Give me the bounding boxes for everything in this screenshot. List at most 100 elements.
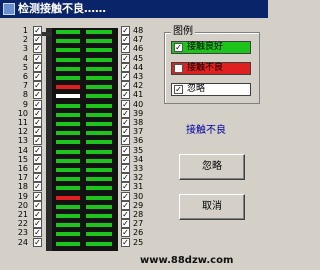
left-pin-checkbox[interactable]: ✓ (33, 26, 42, 35)
ignore-button[interactable]: 忽略 (179, 154, 245, 180)
right-pin-checkbox[interactable]: ✓ (121, 90, 130, 99)
right-pin-checkbox[interactable]: ✓ (121, 35, 130, 44)
right-pin-checkbox[interactable]: ✓ (121, 72, 130, 81)
left-pin-checkbox[interactable]: ✓ (33, 155, 42, 164)
right-pin-checkbox[interactable]: ✓ (121, 164, 130, 173)
pin-indicator-right (86, 131, 112, 135)
left-pin-checkbox[interactable]: ✓ (33, 146, 42, 155)
right-pin-checkbox[interactable]: ✓ (121, 228, 130, 237)
left-pin-checkbox[interactable]: ✓ (33, 182, 42, 191)
right-pin-checkbox[interactable]: ✓ (121, 54, 130, 63)
legend-good[interactable]: ✓ 接触良好 (171, 41, 251, 54)
left-pin-checkbox[interactable]: ✓ (33, 192, 42, 201)
legend-ignore-checkbox[interactable]: ✓ (174, 85, 183, 94)
left-pin-checkbox[interactable]: ✓ (33, 127, 42, 136)
left-pin-checkbox[interactable]: ✓ (33, 54, 42, 63)
pin-indicator-left (56, 131, 80, 135)
pin-indicator-left (56, 104, 80, 108)
cancel-button[interactable]: 取消 (179, 194, 245, 220)
right-pin-checkbox[interactable]: ✓ (121, 238, 130, 247)
pin-indicator-left (56, 150, 80, 154)
legend-bad-label: 接触不良 (187, 63, 224, 73)
left-pin-checkbox[interactable]: ✓ (33, 81, 42, 90)
legend-good-label: 接触良好 (187, 42, 224, 52)
right-pin-checkbox[interactable]: ✓ (121, 26, 130, 35)
right-pin-checkbox[interactable]: ✓ (121, 192, 130, 201)
pin-indicator-right (86, 223, 112, 227)
title-bar[interactable]: 检测接触不良…… (0, 0, 268, 18)
left-pin-checkbox[interactable]: ✓ (33, 219, 42, 228)
chip-socket (42, 28, 118, 251)
left-pin-checkbox[interactable]: ✓ (33, 118, 42, 127)
pin-indicator-right (86, 186, 112, 190)
right-pin-checkbox[interactable]: ✓ (121, 173, 130, 182)
right-pin-number: 46 (133, 44, 144, 53)
left-pin-checkbox[interactable]: ✓ (33, 136, 42, 145)
left-pin-number: 24 (17, 238, 28, 247)
legend-good-checkbox[interactable]: ✓ (174, 43, 183, 52)
pin-indicator-left (56, 205, 80, 209)
pin-indicator-right (86, 48, 112, 52)
right-pin-checkbox[interactable]: ✓ (121, 155, 130, 164)
pin-indicator-left (56, 232, 80, 236)
left-pin-checkbox[interactable]: ✓ (33, 35, 42, 44)
right-pin-checkbox[interactable]: ✓ (121, 127, 130, 136)
legend-bad[interactable]: 接触不良 (171, 62, 251, 75)
pin-indicator-left (56, 113, 80, 117)
right-pin-number: 25 (133, 238, 144, 247)
left-pin-checkbox[interactable]: ✓ (33, 173, 42, 182)
pin-indicator-right (86, 94, 112, 98)
right-pin-number: 41 (133, 90, 144, 99)
left-pin-checkbox[interactable]: ✓ (33, 44, 42, 53)
pin-indicator-right (86, 122, 112, 126)
right-pin-checkbox[interactable]: ✓ (121, 201, 130, 210)
socket-frame (46, 28, 52, 251)
right-pin-checkbox[interactable]: ✓ (121, 81, 130, 90)
right-pin-checkbox[interactable]: ✓ (121, 182, 130, 191)
pin-indicator-right (86, 104, 112, 108)
right-pin-checkbox[interactable]: ✓ (121, 44, 130, 53)
pin-indicator-right (86, 140, 112, 144)
pin-indicator-left (56, 196, 80, 200)
right-pin-checkbox[interactable]: ✓ (121, 146, 130, 155)
left-pin-checkbox[interactable]: ✓ (33, 63, 42, 72)
pin-indicator-left (56, 223, 80, 227)
pin-indicator-right (86, 242, 112, 246)
legend-ignore[interactable]: ✓ 忽略 (171, 83, 251, 96)
pin-indicator-right (86, 39, 112, 43)
right-pin-checkbox[interactable]: ✓ (121, 219, 130, 228)
right-pin-checkbox[interactable]: ✓ (121, 210, 130, 219)
right-pin-checkbox[interactable]: ✓ (121, 136, 130, 145)
pin-indicator-left (56, 85, 80, 89)
pin-indicator-left (56, 242, 80, 246)
pin-indicator-right (86, 58, 112, 62)
left-pin-checkbox[interactable]: ✓ (33, 164, 42, 173)
pin-row: 13 ✓ ✓ 36 (0, 136, 268, 146)
pin-indicator-left (56, 177, 80, 181)
legend-bad-checkbox[interactable] (174, 64, 183, 73)
pin-indicator-right (86, 76, 112, 80)
left-pin-checkbox[interactable]: ✓ (33, 109, 42, 118)
right-pin-number: 36 (133, 136, 144, 145)
pin-indicator-right (86, 67, 112, 71)
left-pin-checkbox[interactable]: ✓ (33, 228, 42, 237)
pin-row: 18 ✓ ✓ 31 (0, 182, 268, 192)
pin-indicator-left (56, 122, 80, 126)
right-pin-checkbox[interactable]: ✓ (121, 109, 130, 118)
pin-indicator-left (56, 186, 80, 190)
pin-indicator-left (56, 67, 80, 71)
left-pin-checkbox[interactable]: ✓ (33, 201, 42, 210)
left-pin-checkbox[interactable]: ✓ (33, 90, 42, 99)
legend-groupbox: 图例 ✓ 接触良好 接触不良 ✓ 忽略 (164, 25, 260, 104)
left-pin-checkbox[interactable]: ✓ (33, 100, 42, 109)
pin-indicator-right (86, 177, 112, 181)
status-text: 接触不良 (186, 125, 226, 136)
left-pin-checkbox[interactable]: ✓ (33, 238, 42, 247)
right-pin-checkbox[interactable]: ✓ (121, 118, 130, 127)
left-pin-checkbox[interactable]: ✓ (33, 210, 42, 219)
pin-indicator-right (86, 150, 112, 154)
right-pin-checkbox[interactable]: ✓ (121, 100, 130, 109)
pin-indicator-right (86, 30, 112, 34)
right-pin-checkbox[interactable]: ✓ (121, 63, 130, 72)
left-pin-checkbox[interactable]: ✓ (33, 72, 42, 81)
